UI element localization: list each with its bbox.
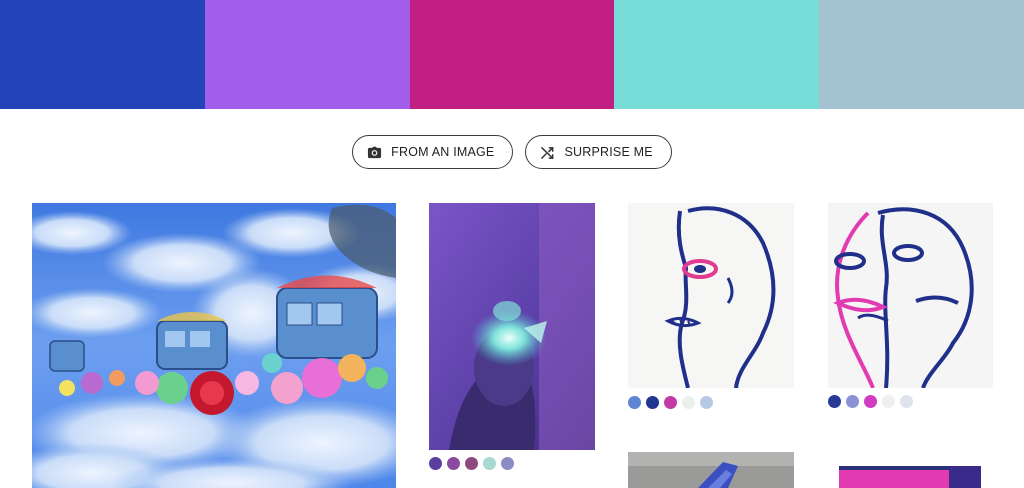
palette-dot[interactable] — [864, 395, 877, 408]
pink-face-artwork — [828, 203, 993, 388]
palette-swatch-1[interactable] — [0, 0, 205, 109]
from-an-image-label: FROM AN IMAGE — [391, 145, 495, 159]
palette-dot[interactable] — [664, 396, 677, 409]
palette-swatch-5[interactable] — [819, 0, 1024, 109]
palette-swatch-2[interactable] — [204, 0, 410, 109]
color-palette — [0, 0, 1024, 109]
grey-photo-artwork — [628, 452, 794, 488]
gallery-image-trains[interactable] — [32, 203, 396, 488]
action-bar: FROM AN IMAGE SURPRISE ME — [0, 135, 1024, 169]
surprise-me-label: SURPRISE ME — [564, 145, 653, 159]
camera-icon — [367, 145, 382, 160]
trains-artwork — [32, 203, 396, 488]
glowing-figure-artwork — [429, 203, 595, 450]
palette-dot[interactable] — [501, 457, 514, 470]
palette-swatch-3[interactable] — [409, 0, 615, 109]
gallery-image-glowing-figure[interactable] — [429, 203, 595, 450]
from-an-image-button[interactable]: FROM AN IMAGE — [352, 135, 514, 169]
gallery-image-blue-face[interactable] — [628, 203, 794, 388]
palette-dot[interactable] — [700, 396, 713, 409]
gallery-image-grey-photo[interactable] — [628, 452, 794, 488]
gallery-image-pink-face[interactable] — [828, 203, 993, 388]
gallery-image-pink-art[interactable] — [839, 466, 981, 488]
palette-dot[interactable] — [900, 395, 913, 408]
palette-dot[interactable] — [447, 457, 460, 470]
pink-art-artwork — [839, 466, 981, 488]
palette-dot[interactable] — [483, 457, 496, 470]
palette-dot[interactable] — [628, 396, 641, 409]
palette-dot[interactable] — [682, 396, 695, 409]
shuffle-icon — [540, 145, 555, 160]
palette-dot[interactable] — [646, 396, 659, 409]
palette-dot[interactable] — [846, 395, 859, 408]
blue-face-artwork — [628, 203, 794, 388]
blue-face-palette — [628, 396, 713, 409]
palette-dot[interactable] — [465, 457, 478, 470]
palette-dot[interactable] — [429, 457, 442, 470]
palette-swatch-4[interactable] — [614, 0, 820, 109]
surprise-me-button[interactable]: SURPRISE ME — [525, 135, 672, 169]
palette-dot[interactable] — [882, 395, 895, 408]
pink-face-palette — [828, 395, 913, 408]
glowing-figure-palette — [429, 457, 514, 470]
palette-dot[interactable] — [828, 395, 841, 408]
